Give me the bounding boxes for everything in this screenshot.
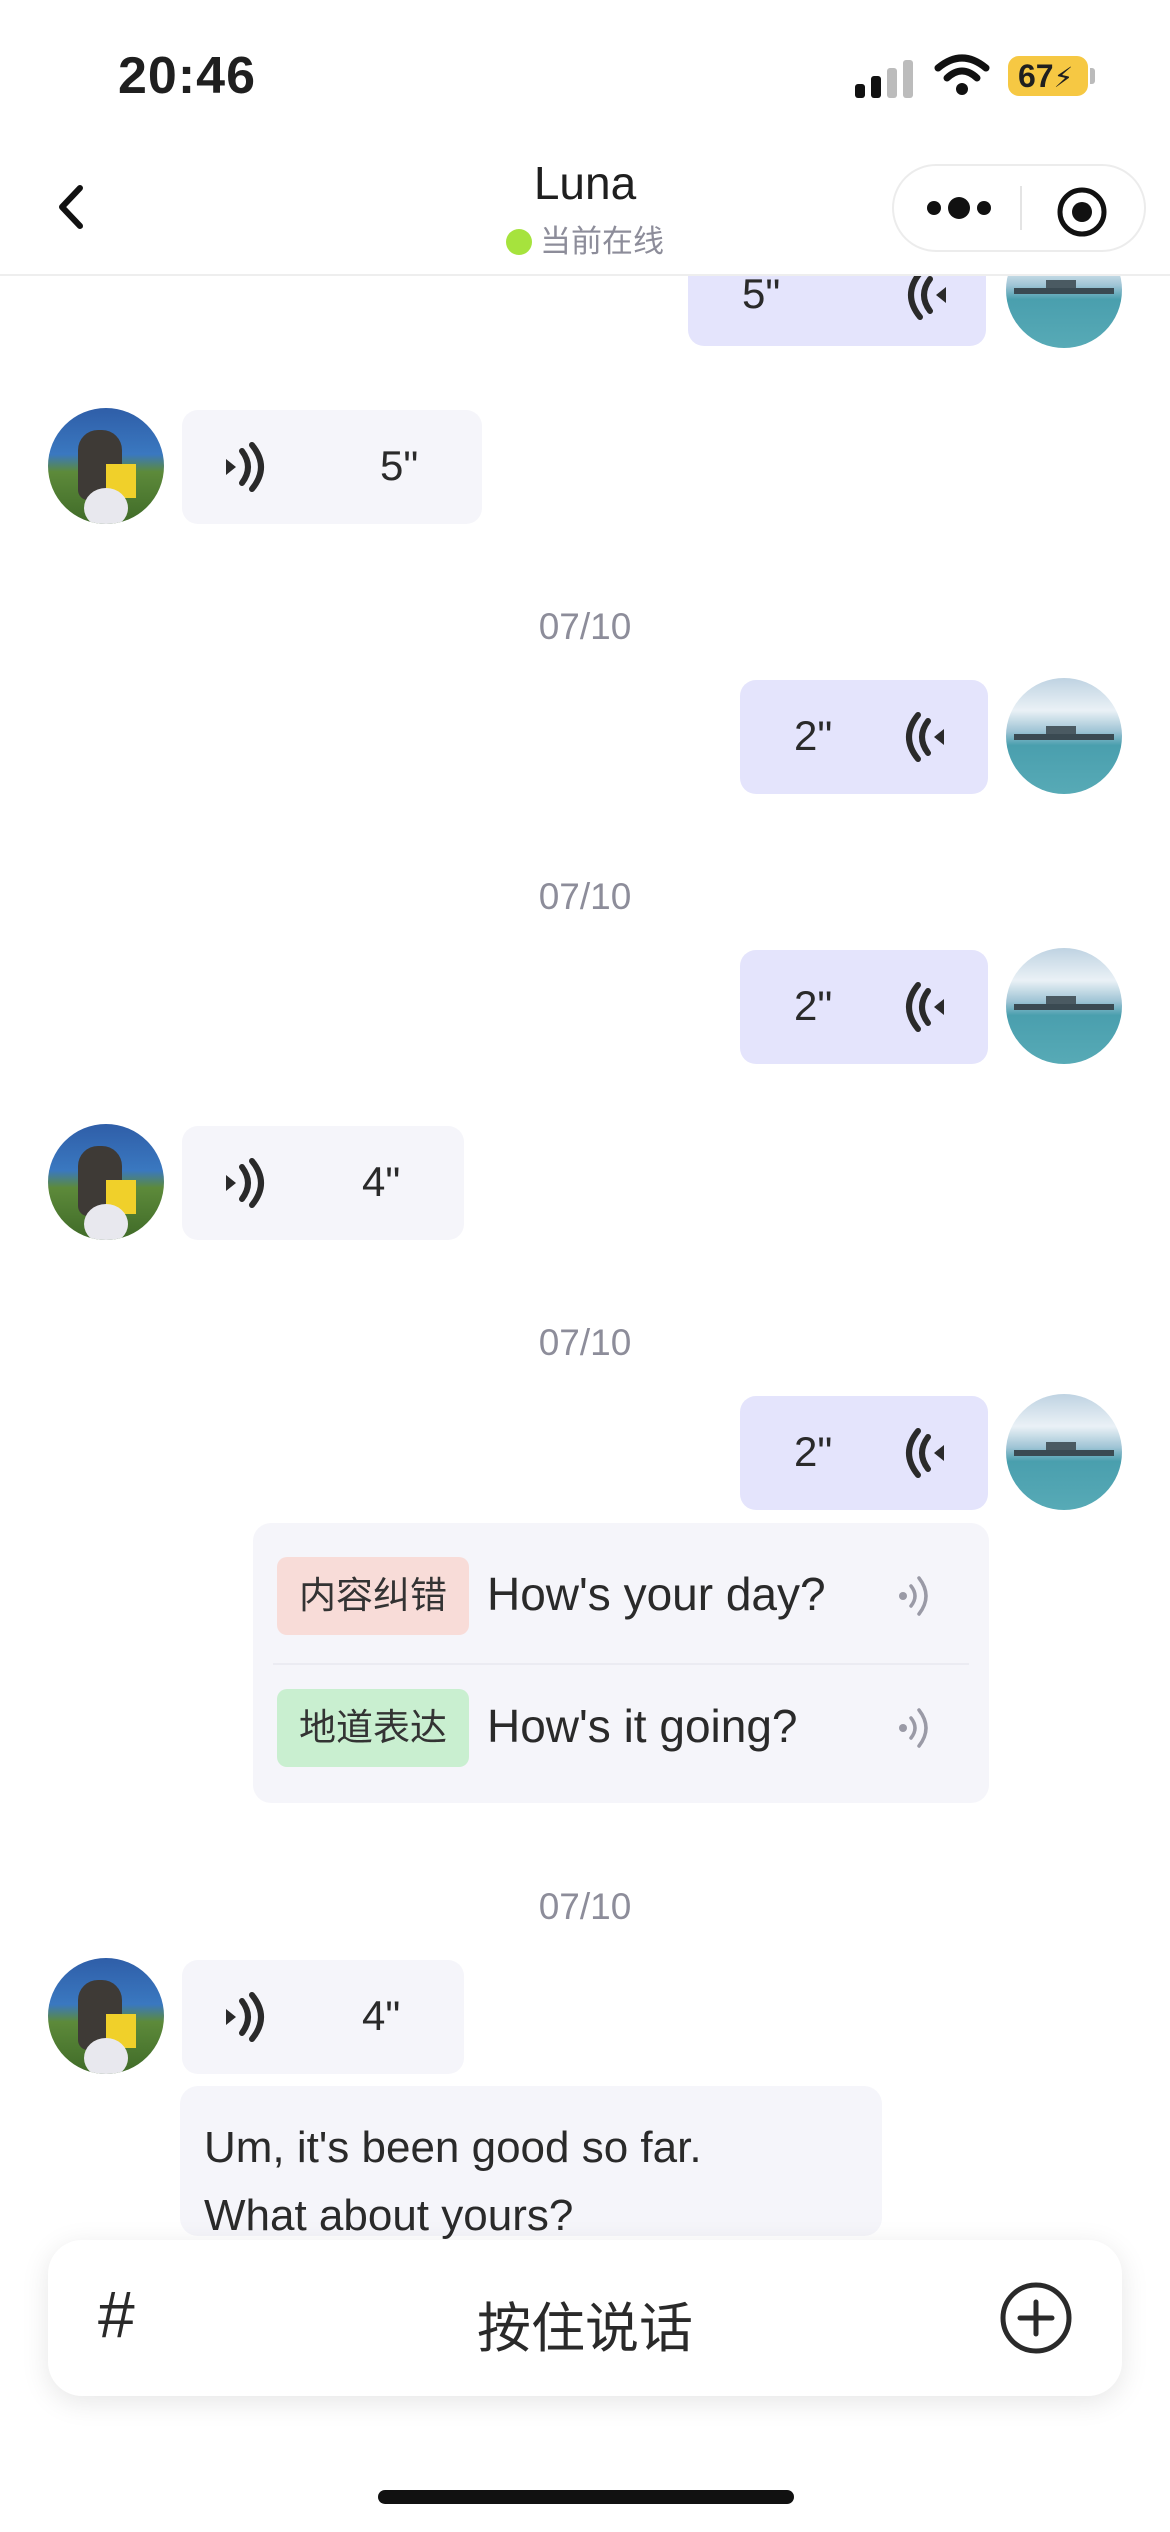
home-indicator[interactable] xyxy=(378,2490,794,2504)
battery-level: 67 xyxy=(1018,58,1054,94)
luna-avatar[interactable] xyxy=(48,1958,164,2074)
more-icon[interactable] xyxy=(924,190,994,226)
close-target-icon[interactable] xyxy=(1056,186,1108,238)
avatar-cloth xyxy=(84,488,128,524)
avatar-pier xyxy=(1014,1450,1114,1456)
native-expression-tag: 地道表达 xyxy=(277,1689,469,1767)
voice-message-outgoing[interactable]: 2" xyxy=(740,950,988,1064)
corrected-sentence: How's your day? xyxy=(487,1568,826,1620)
voice-wave-icon xyxy=(908,270,946,320)
online-dot xyxy=(506,229,532,255)
speaker-icon xyxy=(226,442,264,492)
date-separator: 07/10 xyxy=(538,606,632,647)
reply-transcript: Um, it's been good so far. What about yo… xyxy=(180,2086,882,2240)
play-native-icon[interactable] xyxy=(897,1705,937,1751)
play-correction-icon[interactable] xyxy=(897,1573,937,1619)
date-separator: 07/10 xyxy=(538,1886,632,1927)
voice-duration: 2" xyxy=(794,712,833,759)
voice-message-outgoing[interactable]: 2" xyxy=(740,1396,988,1510)
native-sentence: How's it going? xyxy=(487,1700,798,1752)
mini-program-capsule xyxy=(892,164,1146,252)
voice-wave-icon xyxy=(906,982,944,1032)
status-time: 20:46 xyxy=(118,47,256,105)
reply-line-1: Um, it's been good so far. xyxy=(204,2123,702,2172)
my-avatar[interactable] xyxy=(1006,948,1122,1064)
speaker-icon xyxy=(226,1158,264,1208)
voice-duration: 2" xyxy=(794,1428,833,1475)
voice-message-incoming[interactable]: 5" xyxy=(182,410,482,524)
add-icon[interactable] xyxy=(998,2280,1074,2356)
wifi-icon xyxy=(934,54,990,95)
avatar-pier-deck xyxy=(1046,1442,1076,1450)
avatar-pier-deck xyxy=(1046,726,1076,734)
capsule-divider xyxy=(1020,186,1022,230)
voice-duration: 4" xyxy=(362,1992,401,2039)
content-correction-tag: 内容纠错 xyxy=(277,1557,469,1635)
voice-duration: 4" xyxy=(362,1158,401,1205)
my-avatar[interactable] xyxy=(1006,1394,1122,1510)
luna-avatar[interactable] xyxy=(48,408,164,524)
voice-message-incoming[interactable]: 4" xyxy=(182,1126,464,1240)
correction-card: 内容纠错 How's your day? 地道表达 How's it going… xyxy=(253,1523,989,1803)
voice-wave-icon xyxy=(906,1428,944,1478)
signal-icon xyxy=(855,58,915,98)
avatar-pier-deck xyxy=(1046,996,1076,1004)
avatar-pier xyxy=(1014,734,1114,740)
voice-wave-icon xyxy=(906,712,944,762)
avatar-pier xyxy=(1014,1004,1114,1010)
chat-header: Luna 当前在线 xyxy=(0,140,1170,276)
date-separator: 07/10 xyxy=(538,1322,632,1363)
avatar-pier-deck xyxy=(1046,280,1076,288)
voice-duration: 5" xyxy=(380,442,419,489)
voice-message-incoming[interactable]: 4" xyxy=(182,1960,464,2074)
avatar-pier xyxy=(1014,288,1114,294)
my-avatar[interactable] xyxy=(1006,678,1122,794)
speaker-icon xyxy=(226,1992,264,2042)
voice-duration: 2" xyxy=(794,982,833,1029)
card-divider xyxy=(273,1663,969,1665)
battery-icon: 67⚡ xyxy=(1008,56,1088,96)
avatar-cloth xyxy=(84,2038,128,2074)
voice-message-outgoing[interactable]: 2" xyxy=(740,680,988,794)
date-separator: 07/10 xyxy=(538,876,632,917)
hold-to-talk-button[interactable]: 按住说话 xyxy=(48,2284,1122,2363)
input-bar: # 按住说话 xyxy=(48,2240,1122,2396)
voice-duration: 5" xyxy=(742,270,781,317)
online-status-text: 当前在线 xyxy=(540,224,664,259)
battery-tip xyxy=(1090,68,1095,84)
avatar-cloth xyxy=(84,1204,128,1240)
luna-avatar[interactable] xyxy=(48,1124,164,1240)
